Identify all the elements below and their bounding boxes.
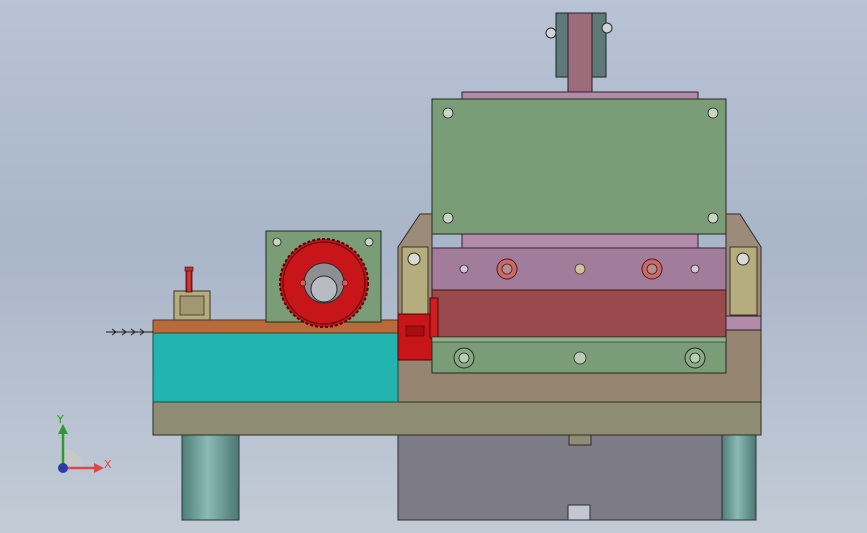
lower-green-plate (431, 336, 727, 374)
assembly-drawing[interactable] (0, 0, 867, 533)
coordinate-triad-icon: Y X (48, 410, 128, 480)
cyan-feed-block (152, 332, 399, 403)
x-axis-label: X (104, 458, 112, 471)
guide-block (173, 266, 211, 321)
upper-green-plate (431, 98, 727, 235)
drive-gear (279, 238, 369, 328)
mauve-guide-plate (431, 233, 727, 291)
side-bracket-right (725, 213, 762, 331)
support-column-right (721, 434, 757, 521)
maroon-punch-block (431, 289, 762, 338)
top-handle (461, 12, 699, 101)
y-axis-label: Y (57, 413, 64, 426)
side-bracket-left (397, 213, 433, 331)
lower-die-block (397, 434, 723, 521)
cad-viewport[interactable]: Y X (0, 0, 867, 533)
support-column-left (181, 434, 240, 521)
